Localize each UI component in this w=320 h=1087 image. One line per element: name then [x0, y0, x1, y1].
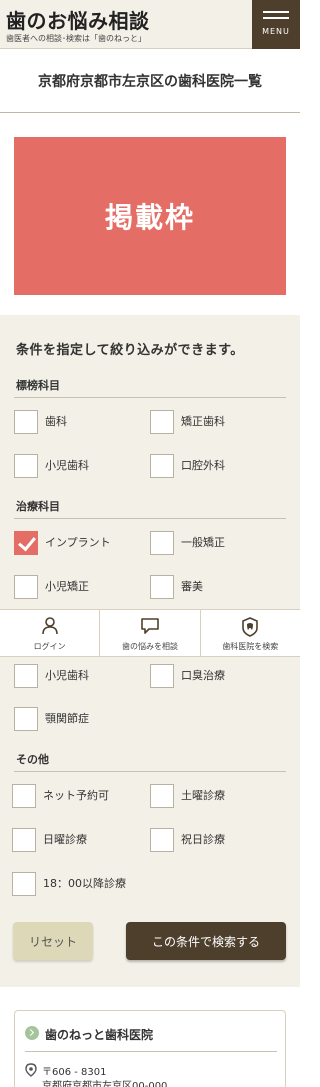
search-button[interactable]: この条件で検索する: [126, 922, 286, 960]
checkbox-label[interactable]: 一般矯正: [181, 531, 225, 555]
checkbox-label[interactable]: 口臭治療: [181, 664, 225, 688]
nav-label: 歯科医院を検索: [222, 642, 279, 651]
page-title: 京都府京都市左京区の歯科医院一覧: [0, 50, 300, 113]
group-title-treatment: 治療科目: [16, 500, 60, 513]
divider: [14, 397, 286, 398]
clinic-zip: 〒606 - 8301: [42, 1067, 107, 1078]
menu-label: MENU: [262, 27, 290, 36]
nav-login[interactable]: ログイン: [0, 610, 101, 656]
chat-bubble-icon: [141, 618, 159, 634]
divider: [14, 518, 286, 519]
map-pin-icon: [25, 1063, 37, 1077]
checkbox-label[interactable]: インプラント: [45, 531, 111, 555]
checkbox-tmj[interactable]: [14, 707, 38, 731]
checkbox-pediatric-ortho[interactable]: [14, 575, 38, 599]
clinic-name[interactable]: 歯のねっと歯科医院: [45, 1026, 153, 1043]
checkbox-after-18[interactable]: [12, 872, 36, 896]
checkbox-label[interactable]: 小児歯科: [45, 454, 89, 478]
checkbox-label[interactable]: 日曜診療: [43, 828, 87, 852]
checkbox-label[interactable]: 口腔外科: [181, 454, 225, 478]
hamburger-icon: [263, 11, 289, 13]
checkbox-label[interactable]: 小児歯科: [45, 664, 89, 688]
clinic-address: 京都府京都市左京区00-000: [42, 1081, 168, 1087]
ad-banner[interactable]: 掲載枠: [14, 137, 286, 295]
nav-consult[interactable]: 歯の悩みを相談: [100, 610, 201, 656]
hamburger-icon-bar: [263, 17, 289, 19]
checkbox-label[interactable]: 顎関節症: [45, 707, 89, 731]
checkbox-pediatric-dentistry[interactable]: [14, 454, 38, 478]
bottom-nav: ログイン 歯の悩みを相談 歯科医院を検索: [0, 609, 300, 657]
checkbox-online-booking[interactable]: [12, 784, 36, 808]
user-icon: [41, 617, 58, 635]
filter-lead-text: 条件を指定して絞り込みができます。: [16, 343, 244, 358]
checkbox-label[interactable]: 歯科: [45, 410, 67, 434]
checkbox-pediatric-dentistry-2[interactable]: [14, 664, 38, 688]
checkbox-orthodontics[interactable]: [150, 410, 174, 434]
checkbox-oral-surgery[interactable]: [150, 454, 174, 478]
clinic-card[interactable]: 歯のねっと歯科医院 〒606 - 8301 京都府京都市左京区00-000: [14, 1010, 286, 1087]
checkbox-label[interactable]: 小児矯正: [45, 575, 89, 599]
checkbox-implant[interactable]: [14, 531, 38, 555]
site-header: 歯のお悩み相談 歯医者への相談･検索は「歯のねっと」 MENU: [0, 0, 300, 49]
checkbox-halitosis[interactable]: [150, 664, 174, 688]
checkbox-label[interactable]: ネット予約可: [43, 784, 109, 808]
site-subtitle: 歯医者への相談･検索は「歯のねっと」: [6, 34, 146, 43]
nav-label: 歯の悩みを相談: [121, 642, 178, 651]
checkbox-label[interactable]: 審美: [181, 575, 203, 599]
checkbox-label[interactable]: 土曜診療: [181, 784, 225, 808]
group-title-other: その他: [16, 753, 49, 766]
group-title-specialty: 標榜科目: [16, 379, 60, 392]
reset-button[interactable]: リセット: [13, 922, 93, 960]
checkbox-sunday[interactable]: [12, 828, 36, 852]
menu-button[interactable]: MENU: [252, 0, 300, 49]
divider: [25, 1051, 277, 1052]
tooth-badge-icon: [242, 617, 259, 637]
checkbox-label[interactable]: 18：00以降診療: [43, 872, 126, 896]
checkbox-holiday[interactable]: [150, 828, 174, 852]
checkbox-dentistry[interactable]: [14, 410, 38, 434]
site-title[interactable]: 歯のお悩み相談: [6, 5, 150, 34]
checkbox-saturday[interactable]: [150, 784, 174, 808]
divider: [14, 771, 286, 772]
nav-label: ログイン: [33, 642, 66, 651]
checkbox-general-ortho[interactable]: [150, 531, 174, 555]
checkbox-aesthetic[interactable]: [150, 575, 174, 599]
nav-search-clinic[interactable]: 歯科医院を検索: [201, 610, 300, 656]
chevron-right-icon: [25, 1026, 39, 1040]
checkbox-label[interactable]: 祝日診療: [181, 828, 225, 852]
checkbox-label[interactable]: 矯正歯科: [181, 410, 225, 434]
